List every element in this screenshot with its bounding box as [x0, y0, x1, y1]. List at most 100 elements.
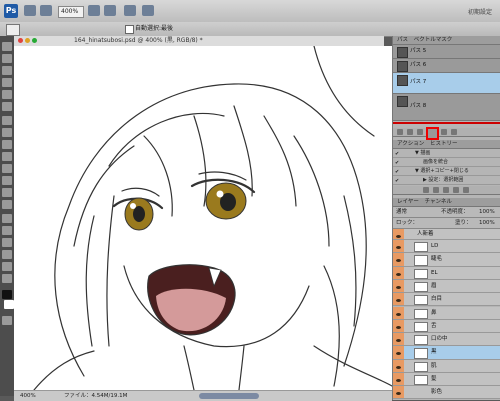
stroke-path-icon[interactable] [407, 129, 413, 135]
document-canvas[interactable] [14, 46, 392, 390]
layer-row[interactable]: 白目 [393, 293, 500, 307]
minimize-icon[interactable] [25, 38, 30, 43]
close-icon[interactable] [18, 38, 23, 43]
tab-paths[interactable]: パス [397, 37, 408, 43]
visibility-eye-icon[interactable] [393, 373, 404, 386]
zoom-level-field[interactable]: 400% [58, 6, 84, 18]
layer-row[interactable]: 黒 [393, 346, 500, 360]
eraser-tool-icon[interactable] [2, 164, 12, 173]
path-item-6[interactable]: パス 6 [393, 59, 500, 73]
path-item-5[interactable]: パス 5 [393, 45, 500, 59]
visibility-eye-icon[interactable] [393, 293, 404, 306]
gradient-tool-icon[interactable] [2, 176, 12, 185]
visibility-eye-icon[interactable] [393, 266, 404, 279]
visibility-eye-icon[interactable] [393, 253, 404, 266]
visibility-eye-icon[interactable] [393, 279, 404, 293]
tab-actions[interactable]: アクション [397, 141, 424, 147]
layer-row[interactable]: 肌 [393, 359, 500, 373]
pen-tool-icon[interactable] [2, 214, 12, 223]
path-name: パス 8 [410, 103, 427, 109]
type-tool-icon[interactable] [2, 226, 12, 235]
layer-row[interactable]: 口の中 [393, 333, 500, 347]
new-action-icon[interactable] [463, 187, 469, 193]
layer-row[interactable]: 睫毛 [393, 253, 500, 267]
hand-tool-icon-2[interactable] [2, 262, 12, 271]
new-set-icon[interactable] [453, 187, 459, 193]
action-row[interactable]: ✔ ▼ 描画 [393, 149, 500, 158]
visibility-eye-icon[interactable] [393, 386, 404, 398]
tab-vector-mask[interactable]: ベクトルマスク [414, 37, 453, 43]
visibility-eye-icon[interactable] [393, 306, 404, 319]
layer-row[interactable]: EL [393, 266, 500, 280]
zoom-window-icon[interactable] [32, 38, 37, 43]
load-as-selection-icon[interactable] [417, 129, 423, 135]
dodge-tool-icon[interactable] [2, 200, 12, 209]
tab-history[interactable]: ヒストリー [430, 141, 458, 147]
view-extras-icon[interactable] [40, 5, 52, 16]
layer-row[interactable]: 眉 [393, 279, 500, 294]
checkmark-icon[interactable]: ✔ [395, 168, 401, 175]
move-tool-preset[interactable] [6, 24, 20, 36]
play-icon[interactable] [443, 187, 449, 193]
layer-group[interactable]: 人新着 [393, 229, 500, 240]
opacity-field[interactable]: 100% [479, 207, 495, 217]
visibility-eye-icon[interactable] [393, 346, 404, 359]
visibility-eye-icon[interactable] [393, 240, 404, 253]
layer-row[interactable]: 舌 [393, 319, 500, 334]
make-work-path-icon-highlighted[interactable] [426, 127, 439, 140]
hand-tool-icon[interactable] [88, 5, 100, 16]
clone-stamp-tool-icon[interactable] [2, 140, 12, 149]
zoom-tool-icon-2[interactable] [2, 274, 12, 283]
lasso-tool-icon[interactable] [2, 66, 12, 75]
background-color-swatch[interactable] [4, 300, 14, 309]
fill-path-icon[interactable] [397, 129, 403, 135]
marquee-tool-icon[interactable] [2, 54, 12, 63]
screen-mode-icon[interactable] [142, 5, 154, 16]
action-label: 画像を統合 [423, 159, 449, 165]
auto-select-checkbox[interactable] [125, 25, 134, 34]
stop-icon[interactable] [423, 187, 429, 193]
brush-tool-icon[interactable] [2, 128, 12, 137]
layer-row[interactable]: LD [393, 240, 500, 254]
checkmark-icon[interactable]: ✔ [395, 150, 401, 157]
blur-tool-icon[interactable] [2, 188, 12, 197]
crop-tool-icon[interactable] [2, 90, 12, 99]
layer-sub-item[interactable]: 影色 [393, 386, 500, 399]
eyedropper-tool-icon[interactable] [2, 102, 12, 111]
action-row[interactable]: ✔ ▶ 設定：選択範囲 [393, 176, 500, 185]
healing-brush-tool-icon[interactable] [2, 116, 12, 125]
visibility-eye-icon[interactable] [393, 359, 404, 372]
layer-row[interactable]: 鼻 [393, 306, 500, 320]
tab-layers[interactable]: レイヤー [397, 199, 419, 205]
path-item-7[interactable]: パス 7 [393, 73, 500, 94]
paths-panel-tabs: パス ベクトルマスク [393, 36, 500, 45]
new-path-icon[interactable] [441, 129, 447, 135]
shape-tool-icon[interactable] [2, 250, 12, 259]
visibility-eye-icon[interactable] [393, 319, 404, 333]
visibility-eye-icon[interactable] [393, 229, 404, 239]
path-item-8[interactable]: パス 8 [393, 94, 500, 121]
foreground-color-swatch[interactable] [2, 290, 12, 299]
path-selection-tool-icon[interactable] [2, 238, 12, 247]
fill-field[interactable]: 100% [479, 218, 495, 228]
action-row[interactable]: ✔ ▼ 選択+コピー+閉じる [393, 167, 500, 176]
tab-channels[interactable]: チャンネル [425, 199, 452, 205]
move-tool-icon[interactable] [2, 42, 12, 51]
checkmark-icon[interactable]: ✔ [395, 159, 401, 166]
bridge-icon[interactable] [24, 5, 36, 16]
zoom-tool-icon[interactable] [104, 5, 116, 16]
magic-wand-tool-icon[interactable] [2, 78, 12, 87]
delete-path-icon[interactable] [451, 129, 457, 135]
action-row[interactable]: ✔ 画像を統合 [393, 158, 500, 167]
arrange-documents-icon[interactable] [124, 5, 136, 16]
workspace-switcher[interactable]: 初期設定 [468, 7, 492, 16]
blend-mode-select[interactable]: 通常 [396, 209, 407, 215]
history-brush-tool-icon[interactable] [2, 152, 12, 161]
visibility-eye-icon[interactable] [393, 333, 404, 346]
lock-fill-row: ロック： 塗り： 100% [393, 218, 500, 229]
horizontal-scrollbar[interactable] [199, 393, 259, 399]
quick-mask-icon[interactable] [2, 316, 12, 325]
checkmark-icon[interactable]: ✔ [395, 177, 401, 184]
record-icon[interactable] [433, 187, 439, 193]
layer-row[interactable]: 髪 [393, 373, 500, 387]
